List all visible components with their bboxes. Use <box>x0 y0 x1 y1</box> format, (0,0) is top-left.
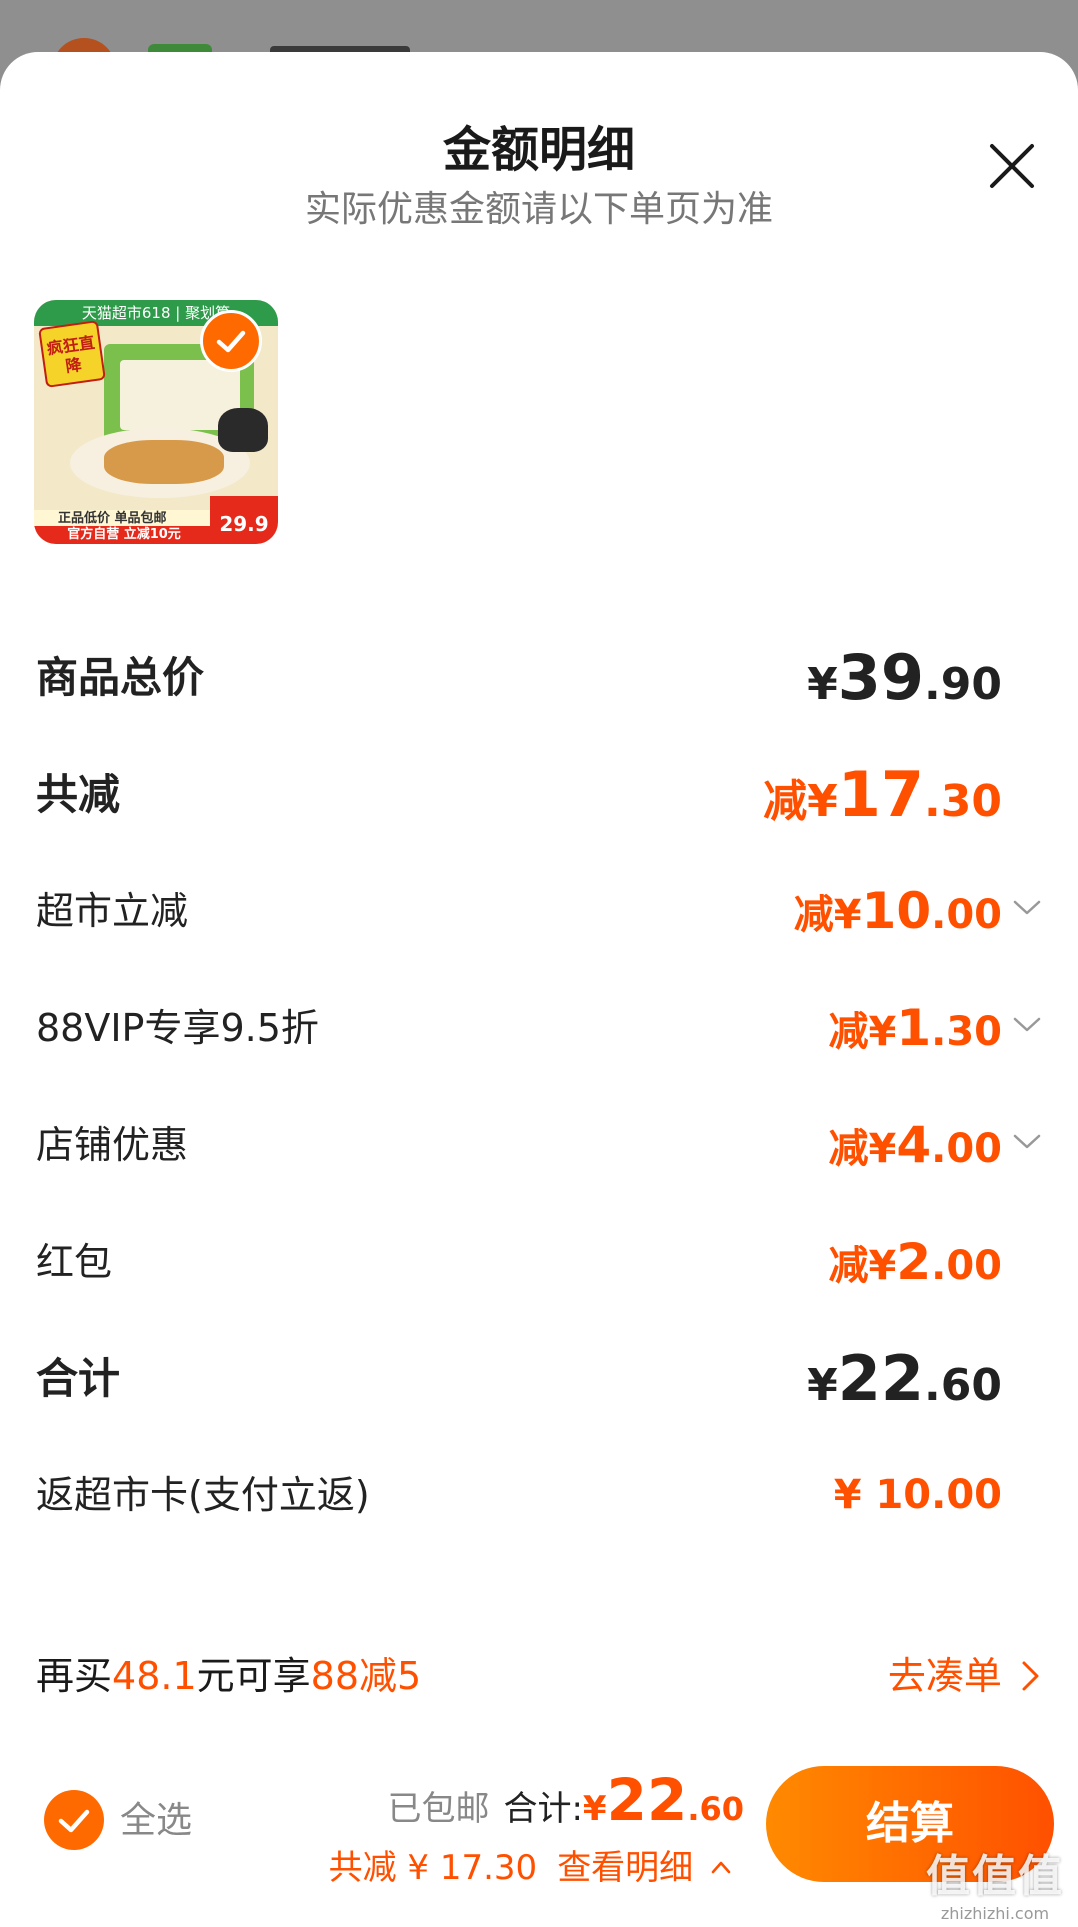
chevron-up-icon <box>711 1861 731 1874</box>
checkmark-icon <box>58 1809 90 1833</box>
subtotal-label: 合计 <box>36 1354 121 1403</box>
close-button[interactable] <box>984 138 1040 194</box>
store-discount-label: 店铺优惠 <box>36 1123 189 1167</box>
close-icon <box>990 144 1034 188</box>
checkout-footer: 全选 已包邮 合计:¥22.60 共减 ¥ 17.30 查看明细 结算 <box>0 1740 1078 1927</box>
select-all-checkbox[interactable] <box>44 1790 104 1850</box>
amount-int: 4 <box>896 1116 932 1174</box>
footer-total: 已包邮 合计:¥22.60 <box>387 1766 744 1834</box>
amount-dec: .00 <box>931 892 1002 938</box>
row-cashback: 返超市卡(支付立返) ¥ 10.00 <box>36 1460 1042 1530</box>
currency-symbol: ¥ <box>868 1009 897 1055</box>
promo-offer: 88减5 <box>310 1654 422 1698</box>
amount-dec: .30 <box>931 1009 1002 1055</box>
row-supermarket-discount[interactable]: 超市立减 减¥10.00 <box>36 876 1042 946</box>
amount-dec: .90 <box>924 659 1002 710</box>
supermarket-discount-label: 超市立减 <box>36 889 189 933</box>
amount-int: 1 <box>896 999 932 1057</box>
amount-dec: .00 <box>931 1126 1002 1172</box>
amount-int: 10 <box>861 882 932 940</box>
watermark-url: zhizhizhi.com <box>940 1904 1050 1923</box>
discount-prefix: 减 <box>763 776 808 827</box>
sheet-subtitle: 实际优惠金额请以下单页为准 <box>304 189 773 230</box>
discount-prefix: 减 <box>828 1126 869 1172</box>
amount-dec: .60 <box>924 1360 1002 1411</box>
amount-dec: .30 <box>924 776 1002 827</box>
promo-amount: 48.1 <box>112 1654 197 1698</box>
red-packet-label: 红包 <box>36 1240 113 1284</box>
cashback-value: ¥ 10.00 <box>833 1472 1002 1518</box>
currency-symbol: ¥ <box>868 1126 897 1172</box>
total-discount-value: 减¥17.30 <box>763 760 1002 846</box>
chevron-down-icon[interactable] <box>1012 1013 1042 1037</box>
total-discount-label: 共减 <box>36 770 121 819</box>
store-discount-value: 减¥4.00 <box>829 1110 1003 1192</box>
supermarket-discount-value: 减¥10.00 <box>794 876 1002 958</box>
discount-prefix: 减 <box>793 892 834 938</box>
checkmark-icon <box>216 330 246 353</box>
sheet-title: 金额明细 <box>442 122 635 178</box>
currency-symbol: ¥ <box>582 1789 607 1829</box>
tmall-cat-icon <box>218 408 268 452</box>
currency-symbol: ¥ <box>833 892 862 938</box>
amount-int: 17 <box>837 758 925 831</box>
view-details-link[interactable]: 查看明细 <box>557 1848 732 1888</box>
amount-int: 22 <box>837 1342 925 1415</box>
footer-discount-text: 共减 ¥ 17.30 <box>328 1848 538 1888</box>
currency-symbol: ¥ <box>807 1360 838 1411</box>
amount-int: 39 <box>837 641 925 714</box>
promo-bar: 再买48.1元可享88减5 去凑单 <box>36 1640 1042 1712</box>
add-items-label: 去凑单 <box>887 1654 1002 1698</box>
currency-symbol: ¥ <box>807 776 838 827</box>
product-thumbnail[interactable]: 天猫超市618 | 聚划算 疯狂直降 正品低价 单品包邮 官方自营 立减10元 … <box>34 300 278 544</box>
discount-prefix: 减 <box>828 1009 869 1055</box>
select-all-label: 全选 <box>120 1800 193 1841</box>
footer-total-label: 合计: <box>503 1789 583 1829</box>
vip-discount-value: 减¥1.30 <box>829 993 1003 1075</box>
currency-symbol: ¥ <box>807 659 838 710</box>
amount-int: 2 <box>896 1233 932 1291</box>
add-items-link[interactable]: 去凑单 <box>888 1640 1042 1712</box>
thumb-badge: 疯狂直降 <box>38 320 106 388</box>
row-subtotal: 合计 ¥22.60 <box>36 1344 1042 1414</box>
row-total-discount: 共减 减¥17.30 <box>36 760 1042 830</box>
chevron-right-icon <box>1022 1661 1039 1691</box>
view-details-label: 查看明细 <box>557 1848 694 1888</box>
watermark: 值值值 zhizhizhi.com <box>920 1840 1070 1923</box>
row-store-discount[interactable]: 店铺优惠 减¥4.00 <box>36 1110 1042 1180</box>
watermark-logo: 值值值 <box>926 1851 1064 1902</box>
subtotal-value: ¥22.60 <box>807 1344 1002 1430</box>
footer-discount: 共减 ¥ 17.30 查看明细 <box>329 1840 732 1889</box>
promo-text-2: 元可享 <box>196 1654 311 1698</box>
row-total-price: 商品总价 ¥39.90 <box>36 643 1042 713</box>
row-vip-discount[interactable]: 88VIP专享9.5折 减¥1.30 <box>36 993 1042 1063</box>
discount-prefix: 减 <box>828 1243 869 1289</box>
product-checkbox[interactable] <box>200 310 262 372</box>
promo-text-1: 再买 <box>36 1654 113 1698</box>
amount-dec: .00 <box>931 1243 1002 1289</box>
shipping-status: 已包邮 <box>387 1789 490 1829</box>
currency-symbol: ¥ <box>868 1243 897 1289</box>
vip-discount-label: 88VIP专享9.5折 <box>36 1006 319 1050</box>
thumb-biscuit <box>104 440 224 484</box>
red-packet-value: 减¥2.00 <box>829 1227 1003 1309</box>
amount-int: 22 <box>606 1766 688 1834</box>
total-price-value: ¥39.90 <box>807 643 1002 729</box>
total-price-label: 商品总价 <box>36 653 205 702</box>
amount-dec: .60 <box>687 1790 744 1828</box>
thumb-price: 29.9 <box>210 496 278 544</box>
footer-total-amount: ¥22.60 <box>582 1766 744 1834</box>
cashback-label: 返超市卡(支付立返) <box>36 1473 370 1517</box>
thumb-band-2: 官方自营 立减10元 <box>34 526 214 544</box>
chevron-down-icon[interactable] <box>1012 1130 1042 1154</box>
chevron-down-icon[interactable] <box>1012 896 1042 920</box>
row-red-packet: 红包 减¥2.00 <box>36 1227 1042 1297</box>
